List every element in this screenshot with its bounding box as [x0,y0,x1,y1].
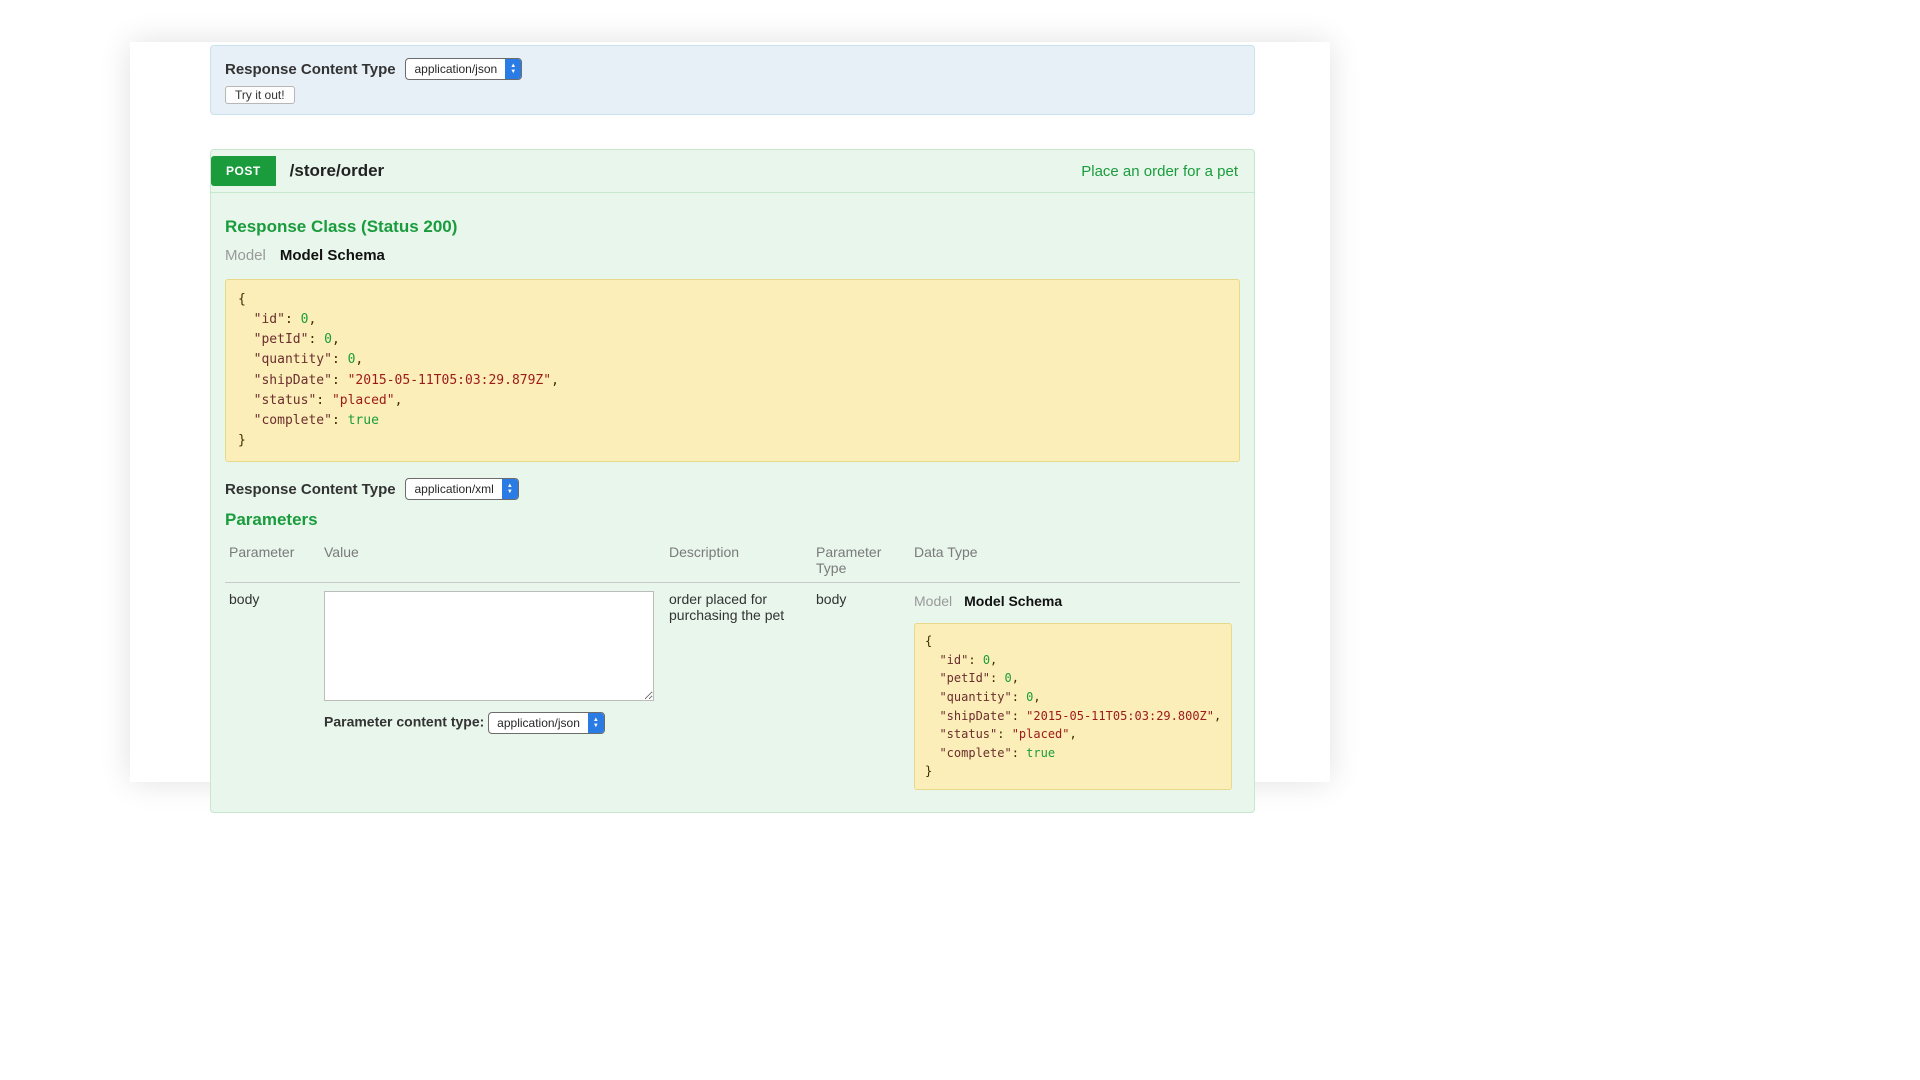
response-tabs: Model Model Schema [225,245,1240,266]
parameters-title: Parameters [225,510,1240,530]
select-value: application/json [406,59,505,79]
param-value-cell: Parameter content type: application/json… [324,591,669,734]
param-header-row: Parameter Value Description Parameter Ty… [225,538,1240,583]
response-content-type-select[interactable]: application/xml ▲▼ [405,478,518,500]
hdr-data-type: Data Type [914,544,1236,576]
tab-model-schema[interactable]: Model Schema [280,245,385,266]
response-schema-box[interactable]: { "id": 0, "petId": 0, "quantity": 0, "s… [225,279,1240,462]
table-row: body Parameter content type: application… [225,583,1240,802]
param-content-type-label: Parameter content type: [324,714,484,730]
tab-model[interactable]: Model [225,245,266,266]
select-arrows-icon: ▲▼ [502,479,518,499]
tab-model-schema[interactable]: Model Schema [964,591,1062,611]
select-value: application/xml [406,479,501,499]
param-content-type-row: Parameter content type: application/json… [324,712,659,734]
hdr-description: Description [669,544,816,576]
operation-path: /store/order [290,161,1082,181]
method-badge: POST [211,156,276,186]
select-value: application/json [489,713,588,733]
hdr-parameter: Parameter [229,544,324,576]
param-data-type-cell: Model Model Schema { "id": 0, "petId": 0… [914,591,1242,802]
param-name: body [229,591,324,607]
main-content: Response Content Type application/json ▲… [210,45,1255,813]
hdr-parameter-type: Parameter Type [816,544,914,576]
param-type: body [816,591,914,607]
body-textarea[interactable] [324,591,654,701]
param-description: order placed for purchasing the pet [669,591,816,623]
data-type-schema-box[interactable]: { "id": 0, "petId": 0, "quantity": 0, "s… [914,623,1232,790]
data-type-tabs: Model Model Schema [914,591,1232,611]
response-content-type-label: Response Content Type [225,61,396,78]
select-arrows-icon: ▲▼ [588,713,604,733]
response-content-type-label: Response Content Type [225,481,396,498]
viewport: Response Content Type application/json ▲… [0,0,1920,1080]
try-it-out-button[interactable]: Try it out! [225,86,295,104]
operation-header[interactable]: POST /store/order Place an order for a p… [211,150,1254,193]
hdr-value: Value [324,544,669,576]
operation-body: Response Class (Status 200) Model Model … [211,193,1254,812]
response-content-type-select[interactable]: application/json ▲▼ [405,58,522,80]
operation-summary: Place an order for a pet [1081,163,1244,180]
select-arrows-icon: ▲▼ [505,59,521,79]
response-class-title: Response Class (Status 200) [225,217,1240,237]
tab-model[interactable]: Model [914,591,952,611]
operation-panel: POST /store/order Place an order for a p… [210,149,1255,813]
prev-op-footer: Response Content Type application/json ▲… [210,45,1255,115]
response-content-type-row: Response Content Type application/xml ▲▼ [225,478,1240,500]
param-content-type-select[interactable]: application/json ▲▼ [488,712,605,734]
